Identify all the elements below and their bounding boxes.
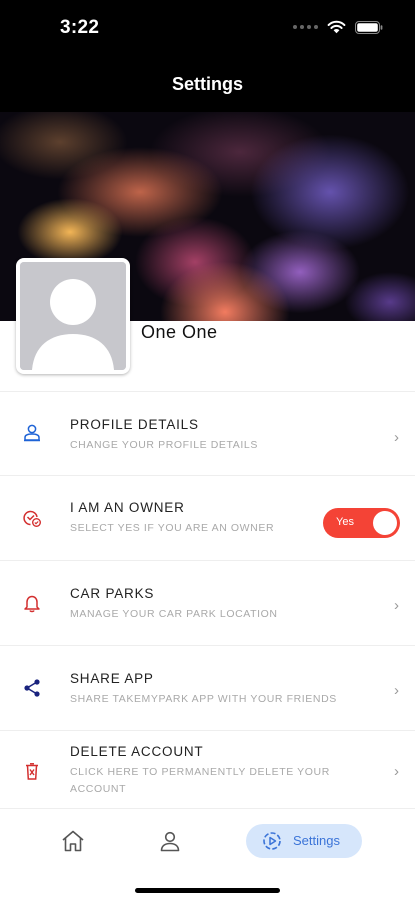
menu-item-car-parks[interactable]: CAR PARKS MANAGE YOUR CAR PARK LOCATION …	[0, 561, 415, 646]
menu-item-title: DELETE ACCOUNT	[70, 744, 204, 759]
cellular-signal-icon	[293, 25, 318, 29]
settings-menu: PROFILE DETAILS CHANGE YOUR PROFILE DETA…	[0, 391, 415, 809]
menu-item-subtitle: SHARE TAKEMYPARK APP WITH YOUR FRIENDS	[70, 693, 337, 705]
chevron-right-icon: ›	[394, 682, 399, 699]
menu-item-title: PROFILE DETAILS	[70, 417, 199, 432]
menu-item-subtitle: SELECT YES IF YOU ARE AN OWNER	[70, 522, 275, 534]
chevron-right-icon: ›	[394, 597, 399, 614]
avatar-frame[interactable]	[16, 258, 130, 374]
status-time: 3:22	[60, 17, 100, 38]
menu-item-title: I AM AN OWNER	[70, 500, 185, 515]
toggle-label: Yes	[336, 516, 354, 528]
app-header: Settings	[0, 60, 415, 112]
status-bar: 3:22	[0, 0, 415, 60]
tab-home[interactable]	[60, 828, 86, 859]
menu-item-delete-account[interactable]: DELETE ACCOUNT CLICK HERE TO PERMANENTLY…	[0, 731, 415, 809]
toggle-knob	[373, 511, 397, 535]
menu-item-title: SHARE APP	[70, 671, 154, 686]
menu-item-title: CAR PARKS	[70, 586, 155, 601]
owner-toggle[interactable]: Yes	[323, 508, 400, 538]
wifi-icon	[327, 20, 346, 34]
menu-item-profile-details[interactable]: PROFILE DETAILS CHANGE YOUR PROFILE DETA…	[0, 391, 415, 476]
tab-settings-label: Settings	[293, 833, 340, 848]
settings-play-icon	[263, 832, 281, 850]
bell-icon	[24, 595, 40, 613]
menu-item-subtitle: MANAGE YOUR CAR PARK LOCATION	[70, 608, 278, 620]
person-icon	[160, 831, 180, 852]
status-icons	[293, 20, 383, 34]
tab-bar: Settings	[0, 810, 415, 900]
share-icon	[24, 679, 40, 697]
chevron-right-icon: ›	[394, 429, 399, 446]
profile-name: One One	[141, 322, 218, 342]
chevron-right-icon: ›	[394, 763, 399, 780]
default-avatar-icon	[20, 262, 126, 370]
battery-icon	[355, 20, 383, 34]
trash-icon	[26, 763, 38, 780]
tab-profile[interactable]	[158, 829, 182, 858]
tab-settings[interactable]: Settings	[246, 824, 362, 858]
user-outline-icon	[24, 424, 40, 442]
menu-item-subtitle: CLICK HERE TO PERMANENTLY DELETE YOUR AC…	[70, 766, 330, 795]
home-icon	[62, 830, 84, 852]
menu-item-subtitle: CHANGE YOUR PROFILE DETAILS	[70, 439, 258, 451]
home-indicator	[135, 888, 280, 893]
menu-item-share-app[interactable]: SHARE APP SHARE TAKEMYPARK APP WITH YOUR…	[0, 646, 415, 731]
page-title: Settings	[171, 74, 243, 94]
avatar	[20, 262, 126, 370]
owner-check-icon	[23, 510, 41, 527]
